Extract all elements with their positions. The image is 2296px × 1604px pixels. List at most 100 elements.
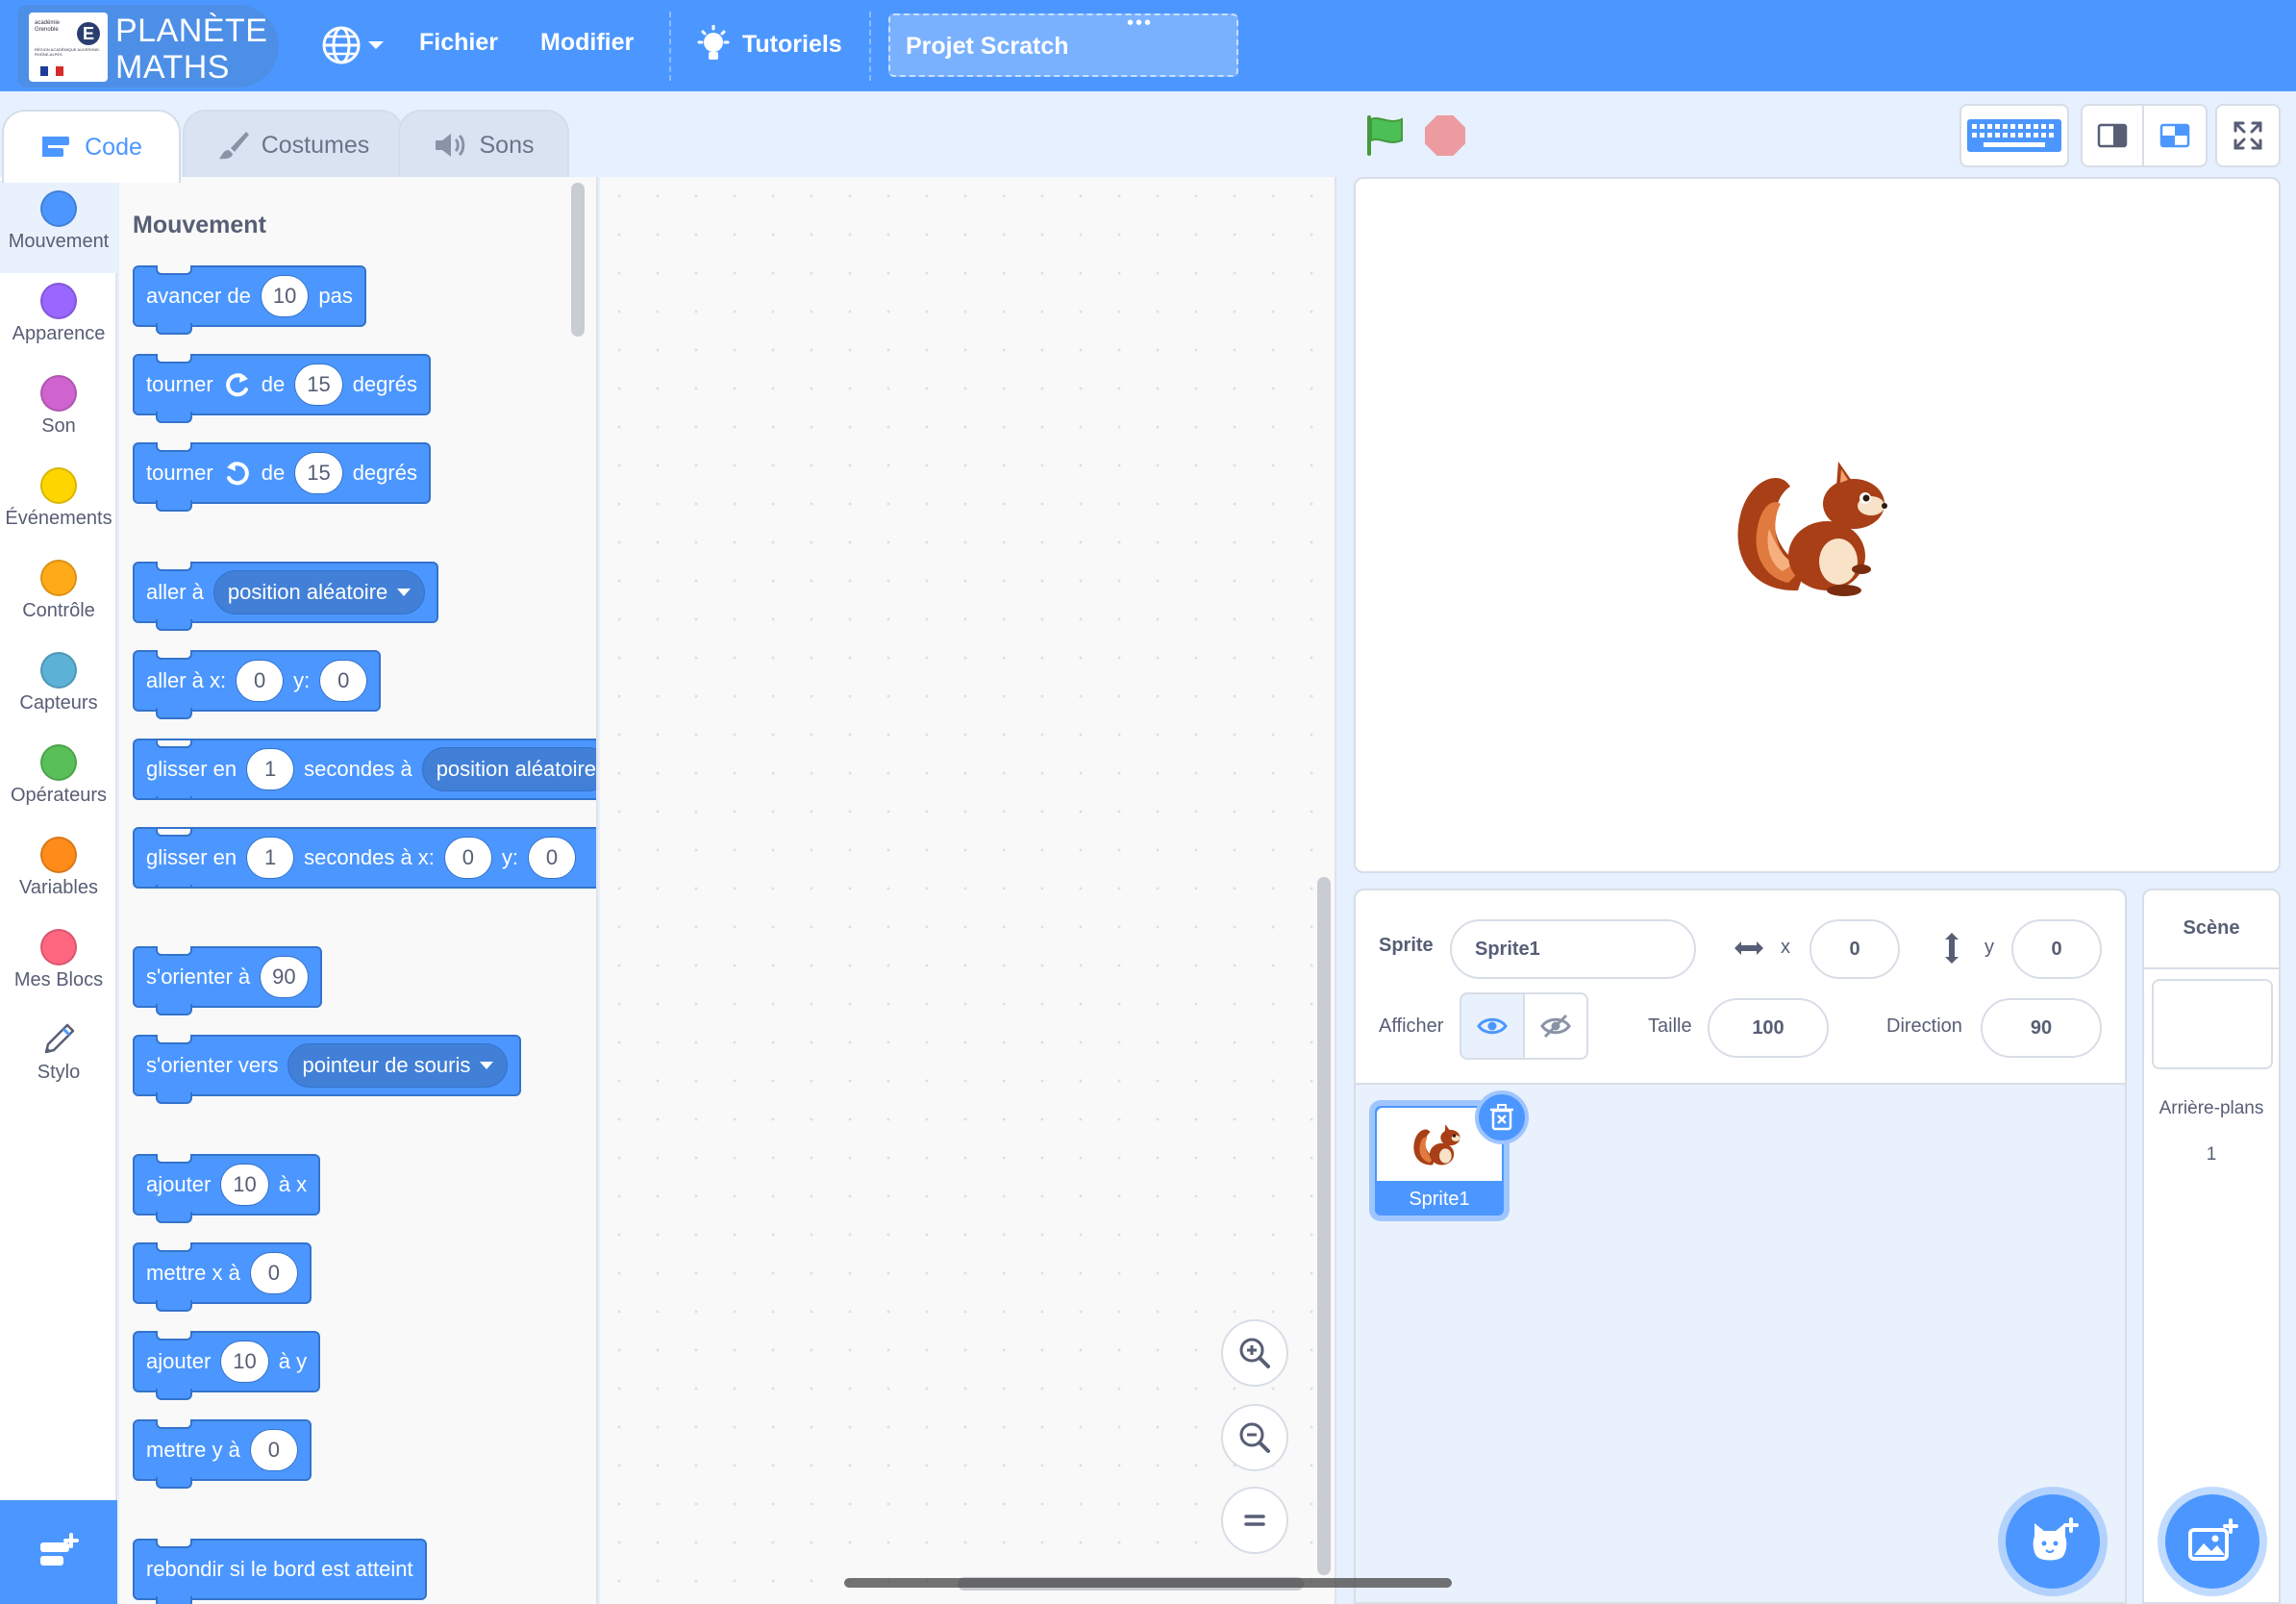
block-change-y[interactable]: ajouter 10 à y: [133, 1331, 321, 1400]
script-area[interactable]: [600, 177, 1336, 1604]
block-goto-xy[interactable]: aller à x: 0 y: 0: [133, 650, 382, 719]
logo-text: PLANÈTE MATHS: [115, 13, 267, 86]
block-input[interactable]: 10: [220, 1164, 269, 1206]
project-title-input[interactable]: Projet Scratch: [888, 13, 1238, 77]
block-point-towards[interactable]: s'orienter vers pointeur de souris: [133, 1035, 522, 1104]
block-input[interactable]: 0: [443, 837, 492, 879]
block-turn-right[interactable]: tourner de 15 degrés: [133, 354, 431, 423]
show-label: Afficher: [1379, 1015, 1444, 1037]
add-extension-icon: [40, 1533, 79, 1566]
file-menu[interactable]: Fichier: [419, 29, 498, 57]
logo-line-2: MATHS: [115, 49, 230, 86]
category-sound[interactable]: Son: [0, 365, 117, 458]
block-input[interactable]: 10: [220, 1341, 269, 1383]
eye-slash-icon: [1540, 1014, 1571, 1039]
direction-input[interactable]: 90: [1981, 998, 2102, 1058]
category-events[interactable]: Événements: [0, 458, 117, 550]
sprite-tile[interactable]: Sprite1: [1369, 1090, 1529, 1221]
badge-subtext: RÉGION ACADÉMIQUE AUVERGNE-RHÔNE-ALPES: [35, 47, 101, 57]
block-input[interactable]: 0: [249, 1429, 298, 1471]
caret-down-icon: [368, 41, 384, 49]
category-motion[interactable]: Mouvement: [0, 181, 117, 273]
sprite-name-input[interactable]: Sprite1: [1450, 919, 1696, 979]
green-flag-button[interactable]: [1363, 113, 1408, 163]
fullscreen-button[interactable]: [2215, 104, 2281, 167]
block-text: mettre x à: [146, 1261, 240, 1285]
block-input[interactable]: 1: [246, 837, 295, 879]
block-text: ajouter: [146, 1172, 212, 1196]
logo[interactable]: académie Grenoble E RÉGION ACADÉMIQUE AU…: [17, 5, 279, 88]
tab-costumes[interactable]: Costumes: [183, 110, 404, 179]
block-input[interactable]: 1: [246, 748, 295, 790]
block-input[interactable]: 0: [236, 660, 285, 702]
category-pen[interactable]: Stylo: [0, 1012, 117, 1104]
block-input[interactable]: 0: [319, 660, 368, 702]
block-text: de: [261, 372, 286, 396]
zoom-in-button[interactable]: [1221, 1319, 1288, 1387]
block-glide-xy[interactable]: glisser en 1 secondes à x: 0 y: 0: [133, 827, 596, 889]
category-operators[interactable]: Opérateurs: [0, 735, 117, 827]
block-input[interactable]: 0: [528, 837, 577, 879]
tab-sounds[interactable]: Sons: [398, 110, 569, 179]
block-input[interactable]: 15: [294, 452, 343, 494]
hide-sprite-button[interactable]: [1523, 992, 1588, 1060]
show-sprite-button[interactable]: [1460, 992, 1525, 1060]
category-control-dot: [40, 560, 77, 596]
normal-stage-button[interactable]: [2142, 104, 2208, 167]
y-label: y: [1984, 937, 1994, 958]
category-looks[interactable]: Apparence: [0, 273, 117, 365]
category-variables[interactable]: Variables: [0, 827, 117, 919]
rotate-counterclockwise-icon: [226, 462, 249, 486]
delete-sprite-button[interactable]: [1475, 1090, 1529, 1144]
block-input[interactable]: 15: [294, 363, 343, 406]
small-stage-button[interactable]: [2081, 104, 2144, 167]
fullscreen-icon: [2234, 121, 2262, 150]
edit-menu[interactable]: Modifier: [540, 29, 634, 57]
block-dropdown-value: pointeur de souris: [302, 1053, 471, 1077]
block-move-steps[interactable]: avancer de 10 pas: [133, 265, 366, 335]
block-dropdown[interactable]: position aléatoire: [212, 570, 426, 614]
tab-code[interactable]: Code: [2, 110, 181, 183]
ellipsis-icon[interactable]: •••: [1127, 13, 1153, 33]
stage[interactable]: [1354, 177, 2281, 873]
block-goto[interactable]: aller à position aléatoire: [133, 562, 439, 631]
block-text: secondes à x:: [304, 845, 435, 869]
y-position-input[interactable]: 0: [2011, 919, 2102, 979]
squirrel-icon[interactable]: [1731, 448, 1913, 602]
block-set-x[interactable]: mettre x à 0: [133, 1242, 312, 1312]
x-position-input[interactable]: 0: [1809, 919, 1900, 979]
block-dropdown[interactable]: position aléatoire: [421, 747, 596, 791]
choose-backdrop-button[interactable]: [2165, 1494, 2259, 1589]
palette-scrollbar[interactable]: [571, 183, 585, 337]
block-dropdown[interactable]: pointeur de souris: [287, 1043, 509, 1088]
category-sensing[interactable]: Capteurs: [0, 642, 117, 735]
block-change-x[interactable]: ajouter 10 à x: [133, 1154, 321, 1223]
category-label: Opérateurs: [10, 785, 108, 806]
block-input[interactable]: 0: [249, 1252, 298, 1294]
keyboard-button[interactable]: [1959, 104, 2069, 167]
block-set-y[interactable]: mettre y à 0: [133, 1419, 312, 1489]
block-text: s'orienter vers: [146, 1053, 279, 1077]
zoom-reset-button[interactable]: [1221, 1487, 1288, 1554]
block-text: y:: [501, 845, 519, 869]
category-control[interactable]: Contrôle: [0, 550, 117, 642]
size-input[interactable]: 100: [1708, 998, 1829, 1058]
scene-panel[interactable]: Scène Arrière-plans 1: [2142, 889, 2281, 1604]
add-extension-button[interactable]: [0, 1500, 117, 1604]
block-input[interactable]: 10: [260, 275, 310, 317]
block-input[interactable]: 90: [260, 956, 309, 998]
script-area-vertical-scrollbar[interactable]: [1317, 877, 1331, 1575]
language-menu[interactable]: [321, 25, 385, 65]
backdrop-thumbnail[interactable]: [2152, 979, 2273, 1069]
choose-sprite-button[interactable]: [2006, 1494, 2100, 1589]
block-bounce[interactable]: rebondir si le bord est atteint: [133, 1539, 427, 1604]
block-glide[interactable]: glisser en 1 secondes à position aléatoi…: [133, 739, 596, 800]
stop-button[interactable]: [1425, 115, 1465, 156]
category-my-blocks[interactable]: Mes Blocs: [0, 919, 117, 1012]
tutorials-menu[interactable]: Tutoriels: [696, 25, 842, 63]
block-point-direction[interactable]: s'orienter à 90: [133, 946, 322, 1015]
block-text: ajouter: [146, 1349, 212, 1373]
block-dropdown-value: position aléatoire: [227, 580, 388, 604]
zoom-out-button[interactable]: [1221, 1404, 1288, 1471]
block-turn-left[interactable]: tourner de 15 degrés: [133, 442, 431, 512]
